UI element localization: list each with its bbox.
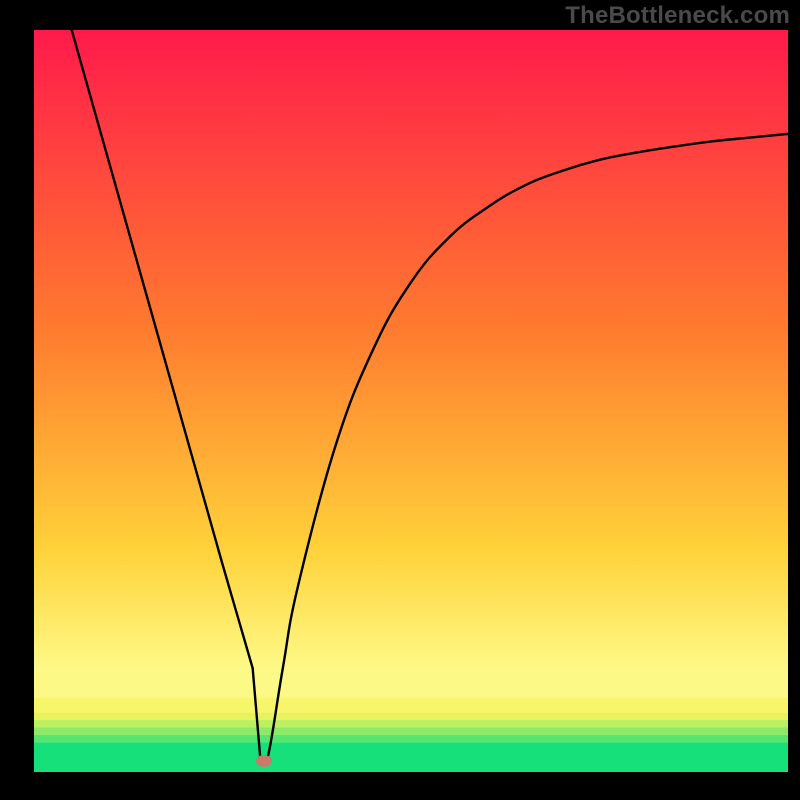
chart-frame: TheBottleneck.com — [0, 0, 800, 800]
gradient-background — [34, 30, 788, 772]
watermark-text: TheBottleneck.com — [565, 2, 790, 30]
marker-dot — [256, 755, 272, 767]
chart-svg — [0, 0, 800, 800]
color-bands — [34, 668, 788, 772]
